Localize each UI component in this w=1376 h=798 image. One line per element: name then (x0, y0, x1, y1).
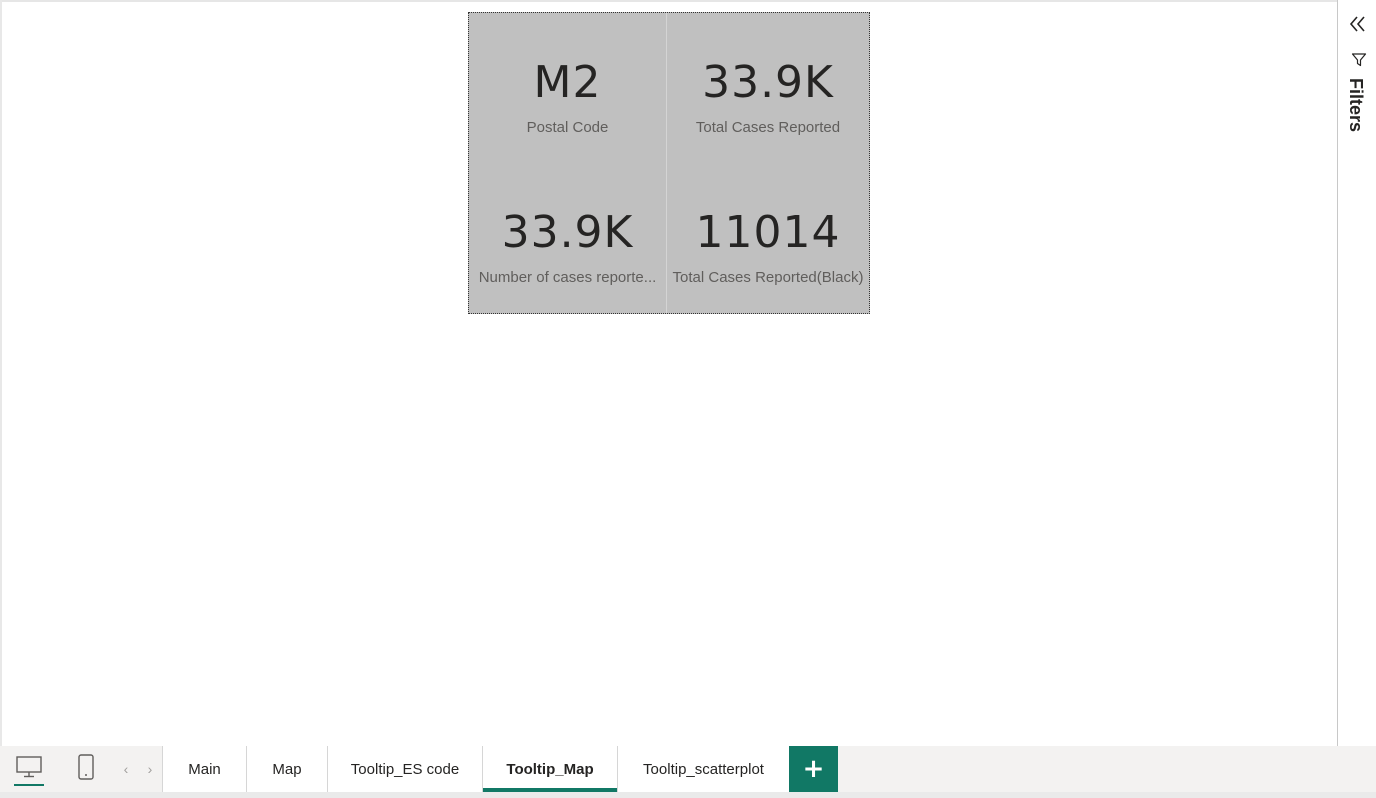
chevron-left-icon[interactable]: ‹ (124, 761, 129, 777)
card-total-cases-black[interactable]: 11014 Total Cases Reported(Black) (667, 207, 869, 287)
card-number-of-cases[interactable]: 33.9K Number of cases reporte... (469, 207, 666, 287)
mobile-view-button[interactable] (58, 746, 114, 792)
tab-tooltip-scatterplot[interactable]: Tooltip_scatterplot (617, 746, 789, 792)
tab-label: Map (272, 760, 302, 778)
page-tab-bar: ‹ › Main Map Tooltip_ES code Tooltip_Map… (0, 746, 1376, 792)
card-total-cases-reported[interactable]: 33.9K Total Cases Reported (667, 57, 869, 137)
tab-label: Tooltip_ES code (350, 760, 460, 778)
card-value: 11014 (695, 207, 841, 258)
bottom-strip (0, 792, 1376, 798)
card-postal-code[interactable]: M2 Postal Code (469, 57, 666, 137)
card-label: Total Cases Reported (695, 119, 841, 136)
filters-pane[interactable]: Filters (1337, 0, 1376, 746)
tab-map[interactable]: Map (246, 746, 327, 792)
chevron-right-icon[interactable]: › (148, 761, 153, 777)
page-nav-arrows: ‹ › (114, 746, 162, 792)
tab-label: Tooltip_scatterplot (643, 760, 764, 778)
report-app: M2 Postal Code 33.9K Total Cases Reporte… (0, 0, 1376, 798)
filters-label[interactable]: Filters (1345, 78, 1366, 132)
double-chevron-left-icon[interactable] (1348, 14, 1368, 34)
card-label: Postal Code (526, 119, 609, 136)
desktop-view-button[interactable] (0, 746, 58, 792)
multi-card-visual[interactable]: M2 Postal Code 33.9K Total Cases Reporte… (468, 12, 870, 314)
card-value: 33.9K (702, 57, 834, 108)
card-value: M2 (533, 57, 602, 108)
tab-tooltip-map[interactable]: Tooltip_Map (482, 746, 617, 792)
card-value: 33.9K (501, 207, 634, 258)
tab-label: Tooltip_Map (506, 760, 594, 778)
card-label: Total Cases Reported(Black) (672, 269, 864, 286)
mobile-view-icon (78, 753, 94, 785)
card-label: Number of cases reporte... (478, 269, 657, 286)
add-page-button[interactable]: + (789, 746, 838, 792)
tab-label: Main (188, 760, 221, 778)
tab-tooltip-es-code[interactable]: Tooltip_ES code (327, 746, 482, 792)
plus-icon: + (802, 754, 825, 784)
funnel-icon (1351, 52, 1367, 68)
tab-main[interactable]: Main (162, 746, 246, 792)
desktop-view-icon (16, 755, 42, 783)
selected-view-indicator (14, 784, 44, 786)
